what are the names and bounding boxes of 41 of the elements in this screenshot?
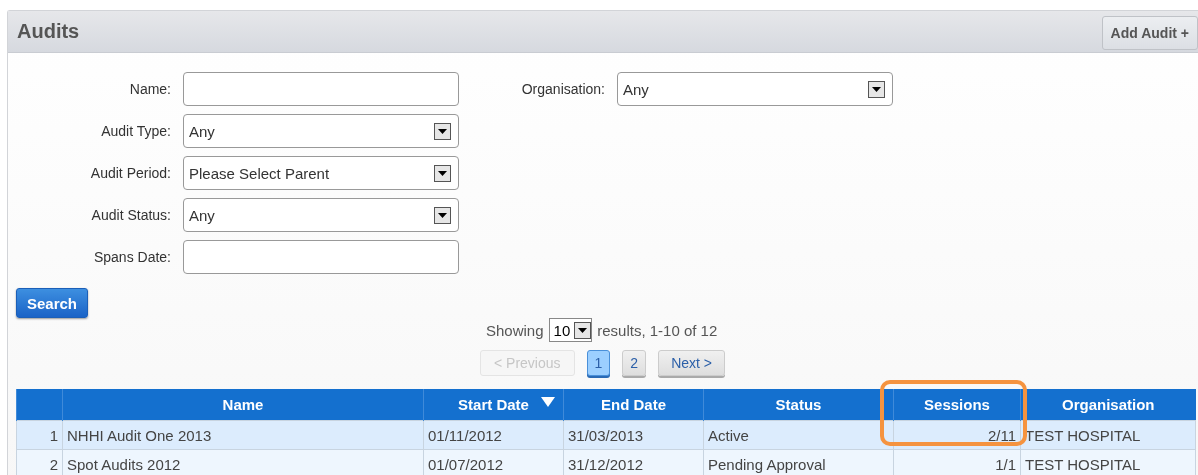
select-field[interactable]: Any (183, 198, 459, 232)
field-label: Organisation: (520, 81, 606, 97)
column-header[interactable]: Start Date (423, 389, 564, 421)
select-field[interactable]: Please Select Parent (183, 156, 459, 190)
panel-title: Audits (17, 20, 80, 43)
table-cell: NHHI Audit One 2013 (62, 420, 424, 450)
column-header[interactable] (16, 389, 63, 421)
page-size-select[interactable]: 10 (548, 318, 593, 342)
select-field[interactable]: Any (183, 114, 459, 148)
table-cell: 31/03/2013 (563, 420, 704, 450)
select-field[interactable]: Any (617, 72, 893, 106)
table-cell: TEST HOSPITAL (1020, 420, 1196, 450)
field-label: Audit Status: (90, 207, 172, 223)
field-label: Audit Type: (100, 123, 172, 139)
table-cell: 31/12/2012 (563, 449, 704, 475)
column-header[interactable]: Sessions (893, 389, 1021, 421)
showing-label: Showing (486, 321, 544, 339)
search-button[interactable]: Search (16, 288, 89, 318)
table-cell: 1 (16, 420, 63, 450)
table-cell: Pending Approval (703, 449, 894, 475)
column-header[interactable]: Organisation (1020, 389, 1196, 421)
table-cell: 1/1 (893, 449, 1021, 475)
column-header[interactable]: Status (703, 389, 894, 421)
table-cell: 01/11/2012 (423, 420, 564, 450)
table-cell: 2 (16, 449, 63, 475)
page-button[interactable]: 2 (622, 350, 647, 376)
column-header[interactable]: Name (62, 389, 424, 421)
table-cell: Spot Audits 2012 (62, 449, 424, 475)
page-button[interactable]: 1 (586, 350, 611, 376)
field-label: Spans Date: (92, 249, 172, 265)
field-label: Audit Period: (89, 165, 172, 181)
input-field[interactable] (183, 240, 459, 274)
field-label: Name: (128, 81, 172, 97)
input-field[interactable] (183, 72, 459, 106)
table-cell: Active (703, 420, 894, 450)
table-cell: 01/07/2012 (423, 449, 564, 475)
next-button[interactable]: Next > (658, 350, 725, 376)
column-header[interactable]: End Date (563, 389, 704, 421)
table-cell: TEST HOSPITAL (1020, 449, 1196, 475)
results-count: results, 1-10 of 12 (597, 321, 718, 339)
add-audit-button[interactable]: Add Audit + (1101, 15, 1198, 50)
